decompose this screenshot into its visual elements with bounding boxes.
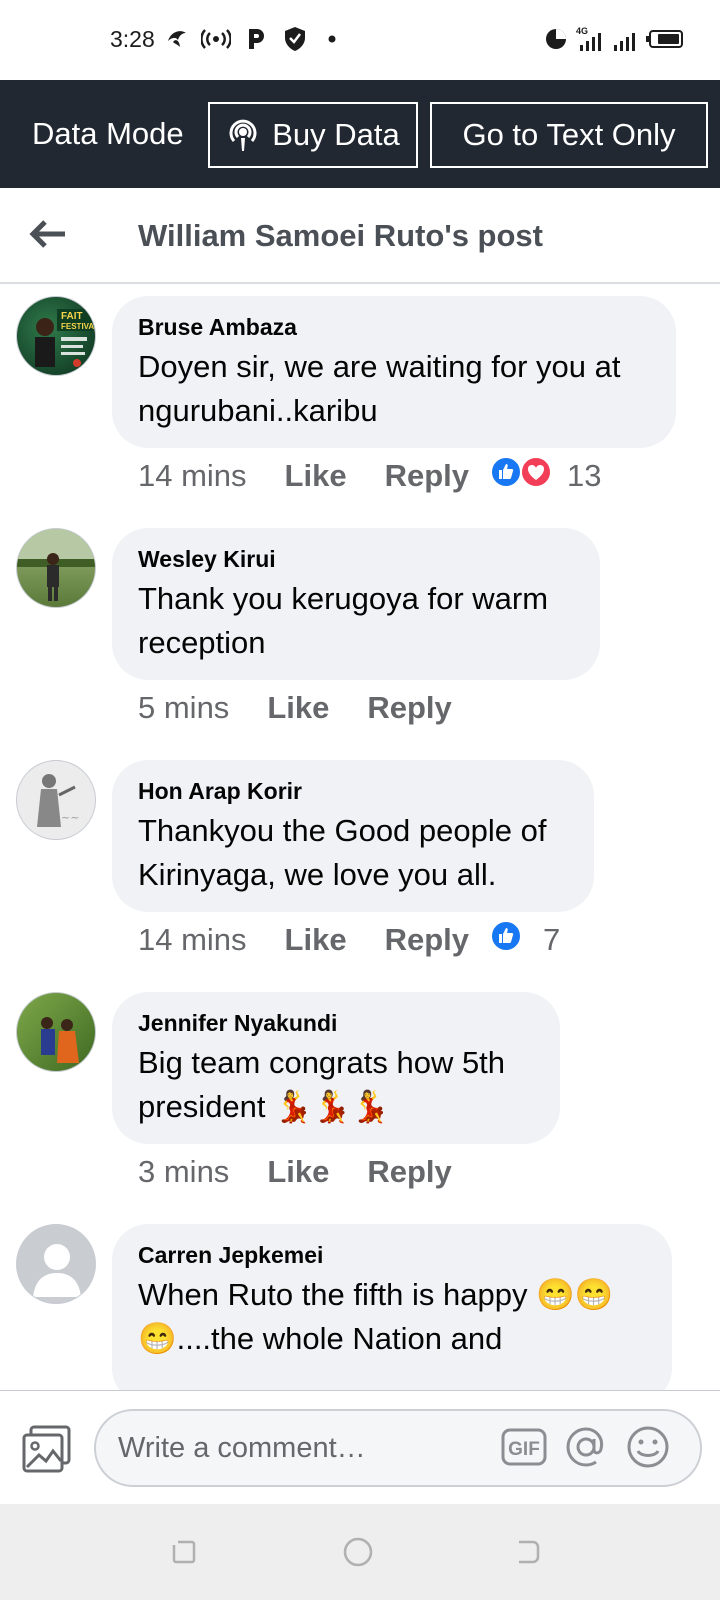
navigation-bar [0, 1504, 720, 1600]
comment-actions: 5 mins Like Reply [138, 688, 472, 728]
like-button[interactable]: Like [285, 458, 347, 494]
recents-icon[interactable] [166, 1534, 202, 1570]
comment-actions: 14 mins Like Reply 13 [138, 456, 601, 496]
comment-item: ~~ Hon Arap Korir Thankyou the Good peop… [0, 750, 720, 982]
avatar[interactable] [16, 528, 96, 608]
svg-text:FESTIVA: FESTIVA [61, 322, 94, 331]
data-saver-icon [542, 24, 570, 54]
go-to-text-only-button[interactable]: Go to Text Only [430, 102, 708, 168]
comment-bubble: Wesley Kirui Thank you kerugoya for warm… [112, 528, 600, 680]
comment-author[interactable]: Carren Jepkemei [138, 1242, 646, 1269]
comment-item: Wesley Kirui Thank you kerugoya for warm… [0, 518, 720, 750]
dot-icon [326, 24, 338, 54]
like-button[interactable]: Like [267, 1154, 329, 1190]
comment-text: Thankyou the Good people of Kirinyaga, w… [138, 813, 547, 892]
reply-button[interactable]: Reply [385, 458, 469, 494]
reaction-count[interactable]: 13 [567, 458, 601, 494]
avatar[interactable]: ~~ [16, 760, 96, 840]
hotspot-icon [200, 24, 232, 54]
comment-input[interactable] [94, 1409, 702, 1487]
photo-icon[interactable] [20, 1423, 74, 1477]
shield-icon [282, 24, 308, 54]
comment-author[interactable]: Wesley Kirui [138, 546, 574, 573]
buy-data-label: Buy Data [272, 117, 400, 152]
comment-time[interactable]: 5 mins [138, 690, 229, 726]
comment-bubble: Jennifer Nyakundi Big team congrats how … [112, 992, 560, 1144]
reply-button[interactable]: Reply [367, 690, 451, 726]
comment-actions: 3 mins Like Reply [138, 1152, 472, 1192]
back-arrow-icon[interactable] [26, 214, 70, 254]
comment-item: Jennifer Nyakundi Big team congrats how … [0, 982, 720, 1214]
comment-list: FAIT FESTIVA Bruse Ambaza Doyen sir, we a… [0, 286, 720, 1390]
comment-bubble: Bruse Ambaza Doyen sir, we are waiting f… [112, 296, 676, 448]
comment-text: Doyen sir, we are waiting for you at ngu… [138, 349, 621, 428]
comment-text: Big team congrats how 5th president 💃💃💃 [138, 1045, 506, 1124]
like-button[interactable]: Like [285, 922, 347, 958]
page-header: William Samoei Ruto's post [0, 188, 720, 284]
emoji-icon[interactable] [624, 1423, 672, 1471]
gif-icon[interactable]: GIF [500, 1423, 548, 1471]
bird-icon [164, 24, 190, 54]
status-bar: 3:28 4G [0, 0, 720, 80]
back-icon[interactable] [510, 1534, 546, 1570]
like-reaction-icon [489, 919, 523, 961]
signal-icon: 4G [576, 24, 606, 54]
gif-label: GIF [508, 1439, 540, 1460]
signal-icon [610, 24, 640, 54]
reply-button[interactable]: Reply [367, 1154, 451, 1190]
svg-text:~~: ~~ [61, 811, 79, 824]
reactions[interactable] [489, 455, 553, 497]
network-type: 4G [576, 26, 588, 36]
comment-author[interactable]: Bruse Ambaza [138, 314, 650, 341]
comment-actions: 14 mins Like Reply 7 [138, 920, 560, 960]
status-time: 3:28 [110, 26, 155, 52]
comment-author[interactable]: Hon Arap Korir [138, 778, 568, 805]
comment-item: FAIT FESTIVA Bruse Ambaza Doyen sir, we a… [0, 286, 720, 518]
p-icon [244, 24, 268, 54]
reply-button[interactable]: Reply [385, 922, 469, 958]
mention-icon[interactable] [562, 1423, 610, 1471]
avatar[interactable] [16, 992, 96, 1072]
like-button[interactable]: Like [267, 690, 329, 726]
comment-composer: GIF [0, 1390, 720, 1504]
avatar[interactable] [16, 1224, 96, 1304]
svg-text:FAIT: FAIT [61, 311, 83, 322]
love-reaction-icon [519, 455, 553, 497]
podcast-icon [226, 117, 260, 153]
comment-text: When Ruto the fifth is happy 😁😁😁....the … [138, 1277, 614, 1356]
comment-author[interactable]: Jennifer Nyakundi [138, 1010, 534, 1037]
reaction-count[interactable]: 7 [543, 922, 560, 958]
comment-item: Carren Jepkemei When Ruto the fifth is h… [0, 1214, 720, 1390]
comment-time[interactable]: 14 mins [138, 458, 247, 494]
comment-text: Thank you kerugoya for warm reception [138, 581, 549, 660]
comment-bubble: Carren Jepkemei When Ruto the fifth is h… [112, 1224, 672, 1390]
page-title: William Samoei Ruto's post [138, 218, 543, 253]
comment-time[interactable]: 14 mins [138, 922, 247, 958]
reactions[interactable] [489, 919, 523, 961]
battery-icon [646, 24, 684, 54]
buy-data-button[interactable]: Buy Data [208, 102, 418, 168]
comment-bubble: Hon Arap Korir Thankyou the Good people … [112, 760, 594, 912]
like-reaction-icon [489, 455, 523, 497]
avatar[interactable]: FAIT FESTIVA [16, 296, 96, 376]
home-icon[interactable] [340, 1534, 376, 1570]
data-mode-label: Data Mode [32, 116, 184, 151]
data-mode-bar: Data Mode Buy Data Go to Text Only [0, 80, 720, 188]
comment-time[interactable]: 3 mins [138, 1154, 229, 1190]
